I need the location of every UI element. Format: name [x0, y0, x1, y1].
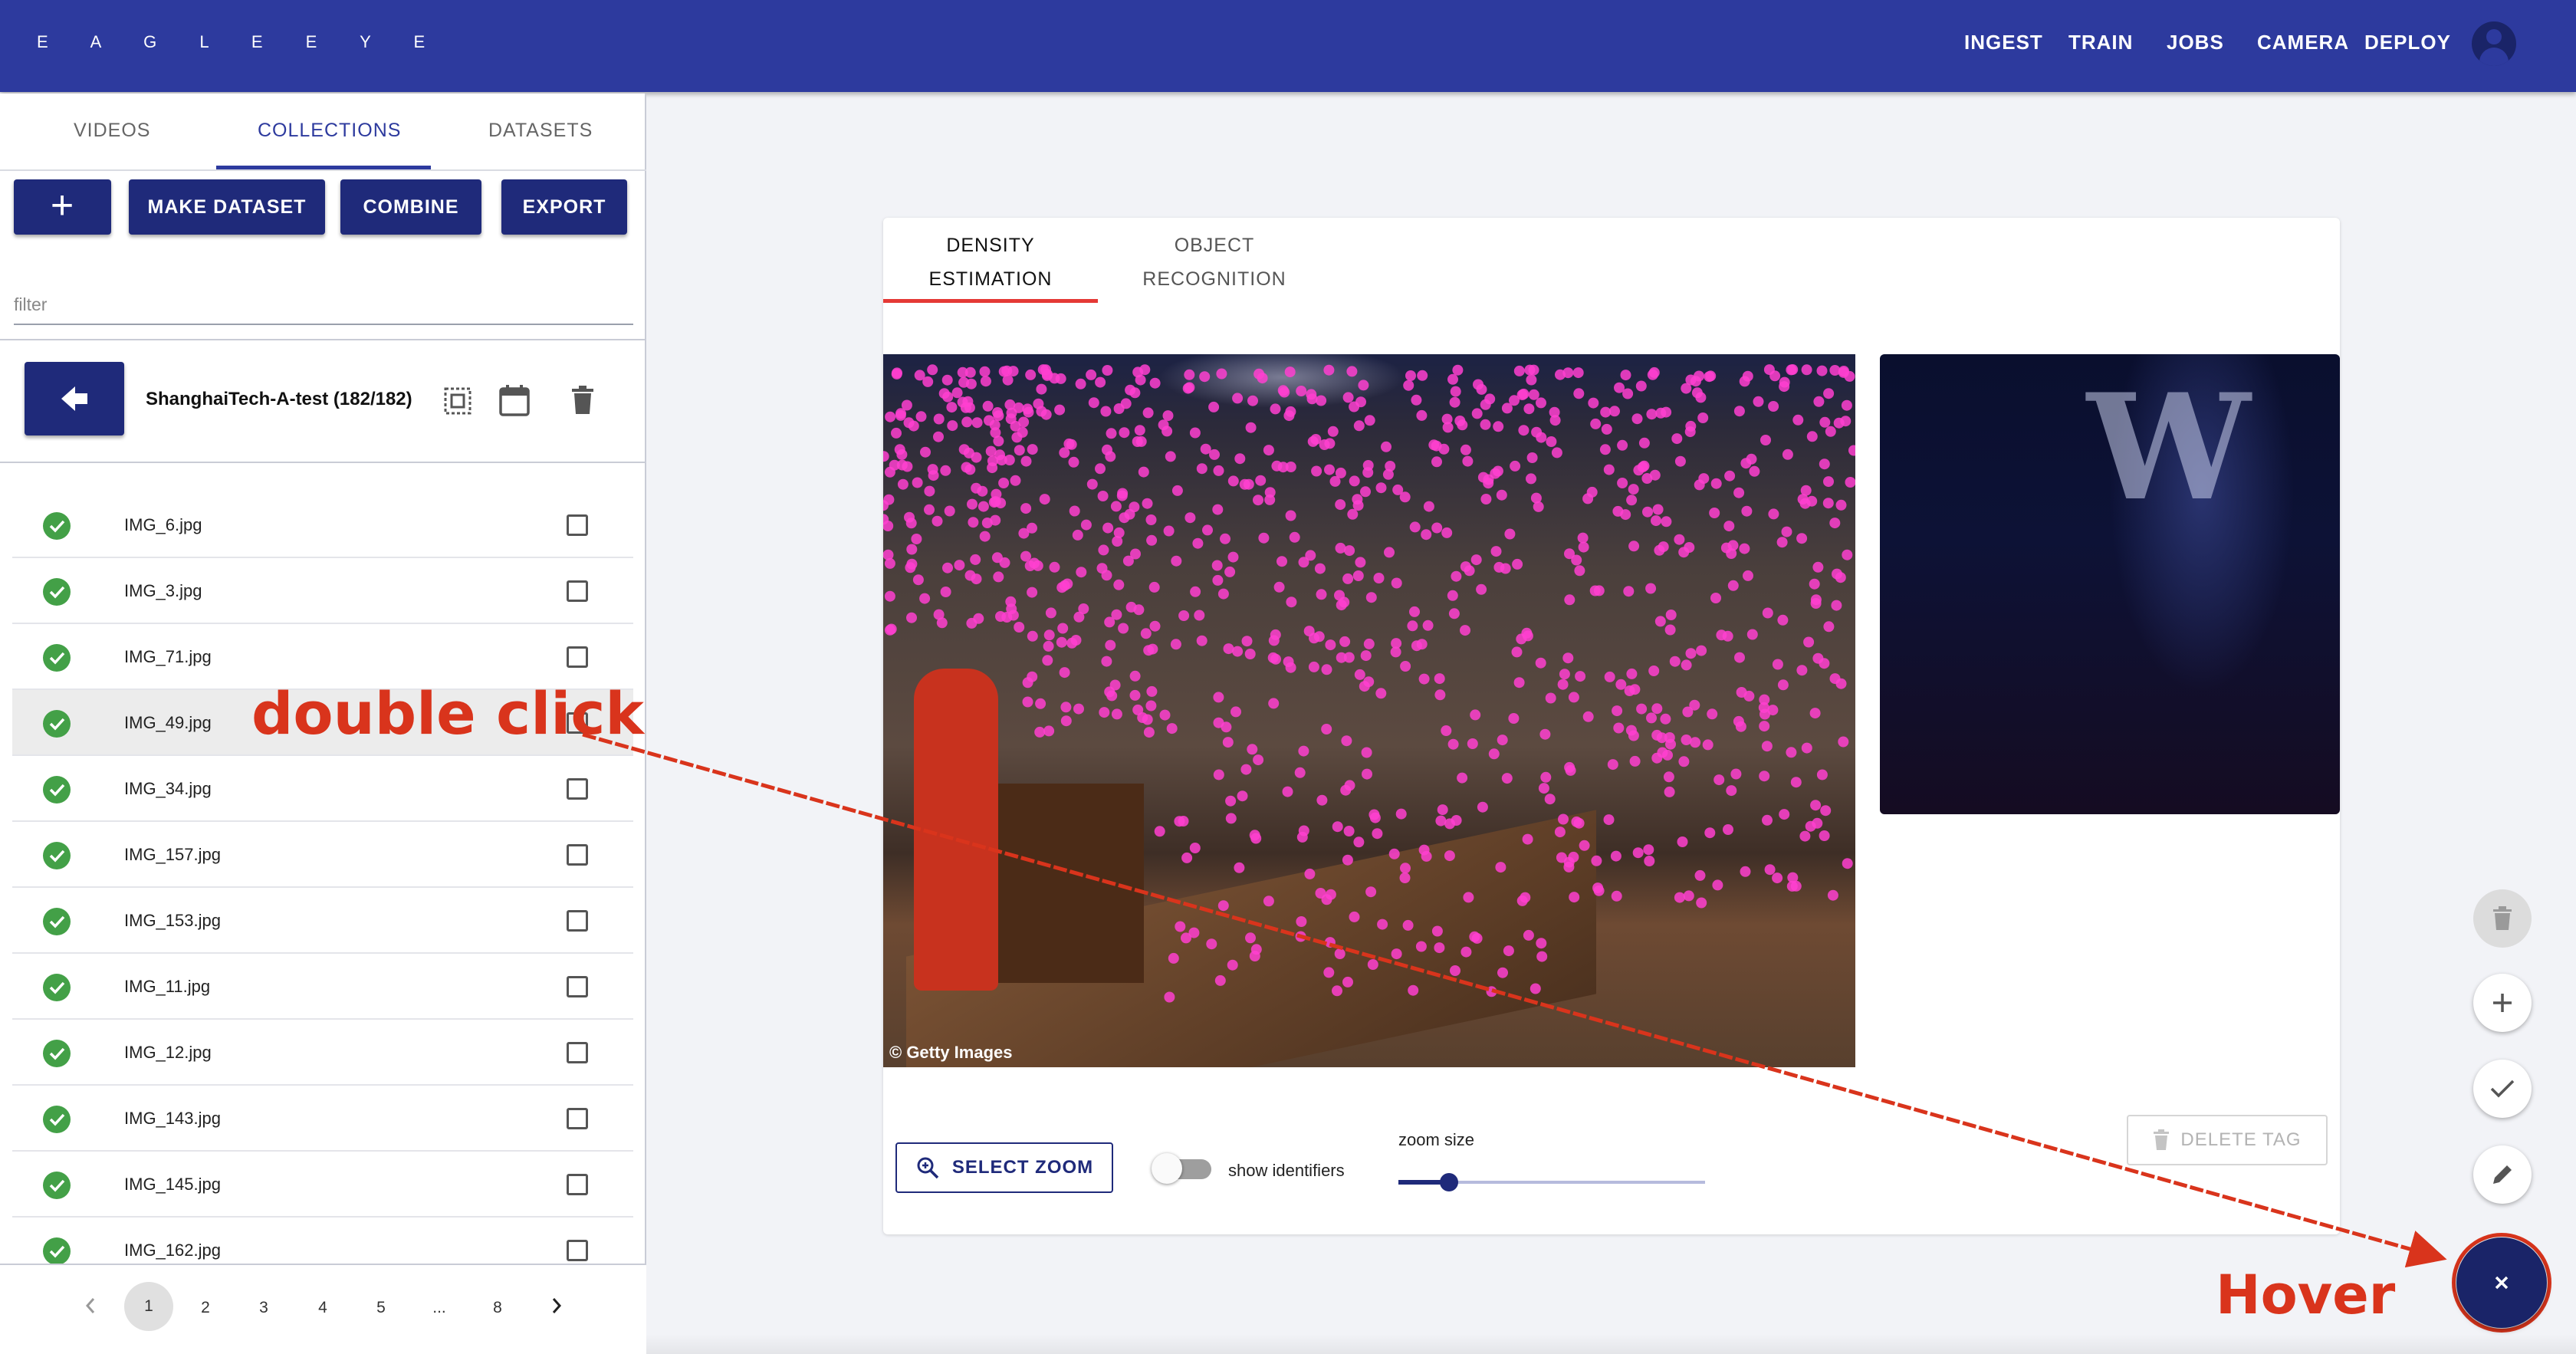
bottom-shade: [646, 1334, 2576, 1354]
double-click-annotation: double click: [251, 679, 644, 748]
hover-annotation: Hover: [2216, 1264, 2396, 1326]
annotation-arrow: [582, 732, 2447, 1268]
